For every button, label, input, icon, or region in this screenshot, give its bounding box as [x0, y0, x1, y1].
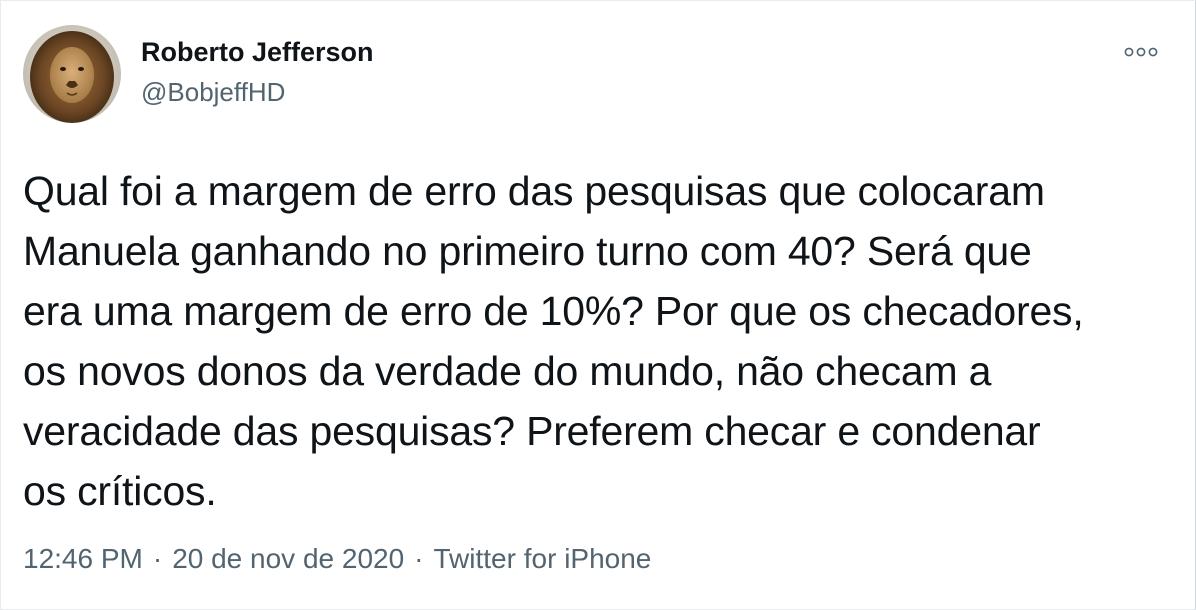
more-options-button[interactable]	[1119, 37, 1163, 67]
tweet-time[interactable]: 12:46 PM	[23, 543, 143, 574]
meta-separator: ·	[414, 543, 424, 574]
author-name[interactable]: Roberto Jefferson	[141, 37, 374, 68]
tweet-meta: 12:46 PM · 20 de nov de 2020 · Twitter for i…	[23, 543, 651, 575]
tweet-date[interactable]: 20 de nov de 2020	[172, 543, 404, 574]
tweet-text: Qual foi a margem de erro das pesquisas …	[23, 168, 1084, 514]
tweet-card: Roberto Jefferson @BobjeffHD Qual foi a …	[0, 0, 1196, 610]
more-horizontal-icon	[1124, 47, 1158, 57]
meta-separator: ·	[152, 543, 163, 574]
lion-avatar-icon	[23, 25, 121, 123]
avatar[interactable]	[23, 25, 121, 123]
author-handle[interactable]: @BobjeffHD	[141, 77, 285, 108]
tweet-source[interactable]: Twitter for iPhone	[434, 543, 652, 574]
